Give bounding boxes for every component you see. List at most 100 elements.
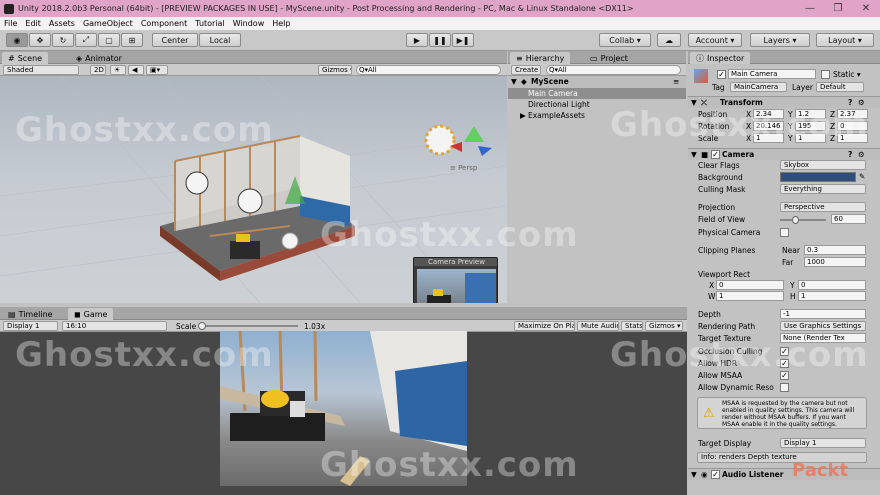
help-icon[interactable]: ? [848,150,852,159]
game-gizmos-dropdown[interactable]: Gizmos ▾ [645,321,683,331]
cloud-icon[interactable]: ☁ [657,33,681,47]
tab-timeline[interactable]: ▤ Timeline [2,308,59,320]
scene-menu-icon[interactable]: ≡ [673,77,679,86]
menu-window[interactable]: Window [229,19,269,28]
tag-dropdown[interactable]: MainCamera [730,82,787,92]
scene-search-input[interactable]: Q▾All [356,65,501,75]
tab-project[interactable]: ▭ Project [584,52,634,64]
menu-tutorial[interactable]: Tutorial [191,19,228,28]
audio-listener-checkbox[interactable]: ✓ [711,470,720,479]
layout-dropdown[interactable]: Layout ▾ [816,33,874,47]
rect-tool-icon[interactable]: ▢ [98,33,120,47]
maximize-button[interactable]: ❐ [824,3,852,14]
viewport-y-field[interactable]: 0 [798,280,866,290]
move-tool-icon[interactable]: ✥ [29,33,51,47]
scene-gizmos-dropdown[interactable]: Gizmos ▾ [318,65,352,75]
menu-help[interactable]: Help [268,19,294,28]
audio-toggle-icon[interactable]: ◀ [128,65,144,75]
tab-inspector[interactable]: ⓘ Inspector [690,52,751,64]
tag-label: Tag [712,83,725,92]
hierarchy-item-main-camera[interactable]: Main Camera [508,88,686,99]
tab-scene[interactable]: # Scene [2,52,49,64]
background-color-swatch[interactable] [780,172,856,182]
hierarchy-search-input[interactable]: Q▾All [546,65,681,75]
expand-arrow-icon[interactable]: ▼ [691,470,697,479]
tab-game[interactable]: ◼ Game [68,308,114,320]
view-tool-eye-icon[interactable]: ◉ [6,33,28,47]
close-button[interactable]: ✕ [852,3,880,14]
target-display-dropdown[interactable]: Display 1 [780,438,866,448]
tab-hierarchy[interactable]: ≡ Hierarchy [510,52,571,64]
pause-button[interactable]: ❚❚ [429,33,451,47]
step-button[interactable]: ▶❚ [452,33,474,47]
menu-edit[interactable]: Edit [21,19,45,28]
expand-arrow-icon[interactable]: ▼ [691,150,697,159]
eyedropper-icon[interactable]: ✎ [859,172,865,181]
far-field[interactable]: 1000 [804,257,866,267]
viewport-h-field[interactable]: 1 [798,291,866,301]
vx-label: X [709,281,715,290]
physical-camera-checkbox[interactable] [780,228,789,237]
mute-audio-toggle[interactable]: Mute Audio [577,321,619,331]
pivot-center-toggle[interactable]: Center [152,33,198,47]
scene-root-row[interactable]: ▼ ◆ MyScene ≡ [508,76,686,88]
effects-dropdown-icon[interactable]: ▣▾ [146,65,168,75]
projection-dropdown[interactable]: Perspective [780,202,866,212]
static-checkbox[interactable] [821,70,830,79]
menu-file[interactable]: File [0,19,21,28]
shading-mode-dropdown[interactable]: Shaded [3,65,79,75]
collab-dropdown[interactable]: Collab ▾ [599,33,651,47]
rotate-tool-icon[interactable]: ↻ [52,33,74,47]
expand-arrow-icon[interactable]: ▶ [520,111,526,120]
settings-gear-icon[interactable]: ⚙ [858,150,865,159]
static-dropdown[interactable]: Static ▾ [833,70,861,79]
depth-field[interactable]: -1 [780,309,866,319]
scene-tab-icon: # [8,53,15,63]
culling-mask-dropdown[interactable]: Everything [780,184,866,194]
vw-label: W [708,292,716,301]
2d-toggle[interactable]: 2D [90,65,106,75]
create-dropdown[interactable]: Create ▾ [511,65,541,75]
watermark: Ghostxx.com [320,445,579,485]
lighting-toggle-icon[interactable]: ☀ [110,65,126,75]
viewport-x-field[interactable]: 0 [716,280,784,290]
audio-listener-header[interactable]: ▼ ◉ ✓ Audio Listener [688,468,880,480]
pivot-local-toggle[interactable]: Local [199,33,241,47]
hierarchy-tab-icon: ≡ [516,53,523,63]
camera-title: Camera [722,150,755,159]
menu-gameobject[interactable]: GameObject [79,19,137,28]
maximize-on-play-toggle[interactable]: Maximize On Play [514,321,575,331]
account-dropdown[interactable]: Account ▾ [688,33,742,47]
active-checkbox[interactable]: ✓ [717,70,726,79]
fov-slider-track[interactable] [780,219,826,221]
layers-dropdown[interactable]: Layers ▾ [750,33,810,47]
menu-component[interactable]: Component [137,19,191,28]
play-button[interactable]: ▶ [406,33,428,47]
tab-timeline-label: Timeline [18,309,53,319]
hierarchy-toolbar: Create ▾ Q▾All [508,64,686,76]
near-field[interactable]: 0.3 [804,245,866,255]
camera-header[interactable]: ▼ ■ ✓ Camera ? ⚙ [688,148,880,160]
object-name-input[interactable]: Main Camera [728,69,816,79]
tab-animator[interactable]: ◈ Animator [70,52,128,64]
viewport-w-field[interactable]: 1 [716,291,784,301]
scale-tool-icon[interactable]: ⤢ [75,33,97,47]
display-dropdown[interactable]: Display 1 [3,321,58,331]
expand-arrow-icon[interactable]: ▼ [511,77,517,86]
minimize-button[interactable]: — [796,3,824,14]
stats-toggle[interactable]: Stats [621,321,643,331]
scale-slider-track[interactable] [198,325,298,327]
fov-field[interactable]: 60 [831,214,866,224]
menu-assets[interactable]: Assets [45,19,79,28]
fov-slider-thumb[interactable] [792,216,800,224]
layer-dropdown[interactable]: Default [816,82,864,92]
allow-dynamic-resolution-checkbox[interactable] [780,383,789,392]
clear-flags-dropdown[interactable]: Skybox [780,160,866,170]
clear-flags-label: Clear Flags [698,161,740,170]
camera-enabled-checkbox[interactable]: ✓ [711,150,720,159]
aspect-dropdown[interactable]: 16:10 [62,321,167,331]
transform-tool-icon[interactable]: ⊞ [121,33,143,47]
scale-slider-thumb[interactable] [198,322,206,330]
rendering-path-dropdown[interactable]: Use Graphics Settings [780,321,866,331]
persp-label[interactable]: ≡ Persp [450,164,477,172]
